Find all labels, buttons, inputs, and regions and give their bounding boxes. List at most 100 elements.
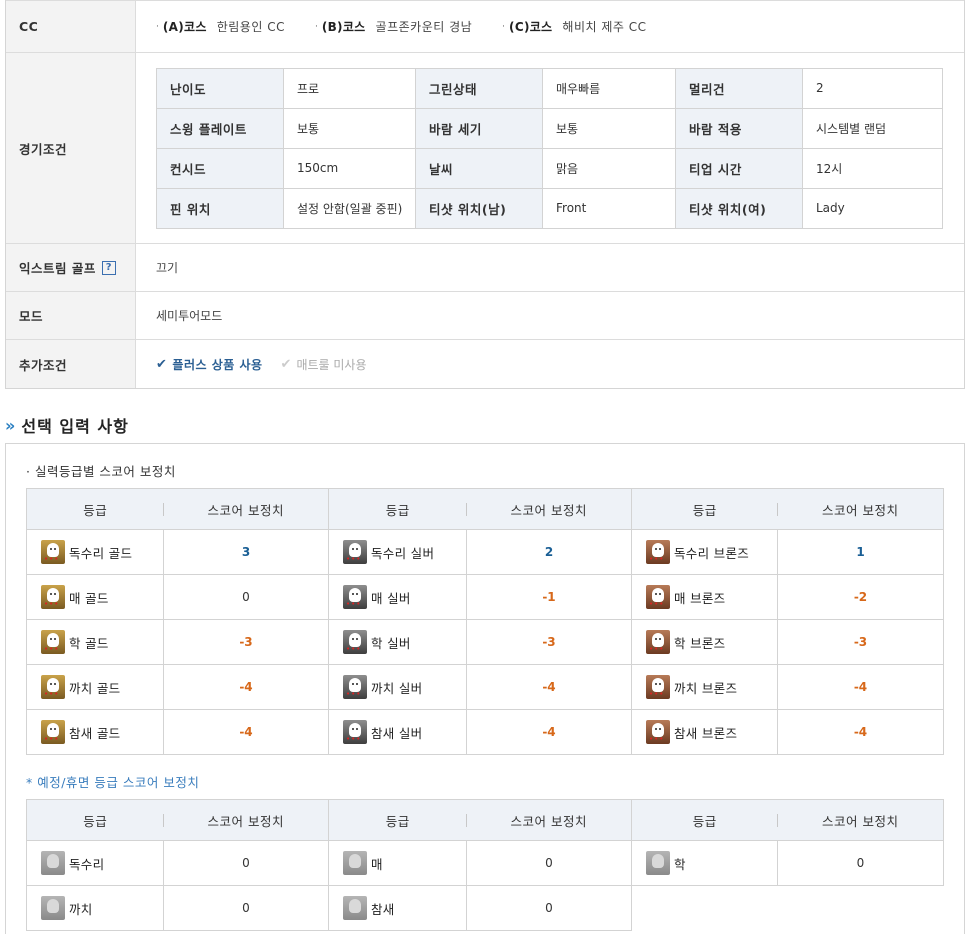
conditions-cell: 난이도 프로 그린상태 매우빠름 멀리건 2 스윙 플레이트 보통 바람 세기 보통 바람 적용 시스… [136, 53, 964, 243]
cc-row: CC · (A)코스 한림용인 CC · (B)코스 골프존카운티 경남 · (… [6, 0, 964, 52]
grade-badge-icon: ••• [646, 720, 670, 744]
grade-name: 매 실버 [371, 590, 411, 606]
grade-cell: ••• 까치 브론즈 [631, 664, 778, 710]
section-header: » 선택 입력 사항 [5, 413, 129, 437]
grade-column-header: 등급 [26, 799, 164, 841]
grade-cell: •••매 [328, 840, 467, 886]
grade-badge-icon: ••• [646, 851, 670, 875]
grade-name: 참새 브론즈 [674, 725, 738, 741]
score-value: 0 [163, 840, 329, 886]
grade-column-header: 등급 [631, 488, 778, 530]
score-value: -4 [466, 709, 632, 755]
course-code: (B)코스 [321, 20, 366, 34]
condition-value: 보통 [283, 107, 416, 149]
help-icon[interactable]: ? [101, 260, 116, 275]
score-value: -1 [466, 574, 632, 620]
condition-value: 12시 [802, 147, 943, 189]
mat-option-label: 매트룰 미사용 [296, 357, 367, 372]
score-value: 1 [777, 529, 944, 575]
course-code: (A)코스 [162, 20, 207, 34]
grade-cell: ••• 학 골드 [26, 619, 164, 665]
grade-cell: ••• 참새 골드 [26, 709, 164, 755]
condition-value: 시스템별 랜덤 [802, 107, 943, 149]
score-column-header: 스코어 보정치 [163, 488, 329, 530]
grade-name: 독수리 골드 [69, 545, 133, 561]
condition-value: Front [542, 187, 676, 229]
grade-badge-icon: ••• [343, 540, 367, 564]
grade-cell: •••참새 [328, 885, 467, 931]
table-row: ••• 독수리 골드 3 ••• 독수리 실버 2 ••• 독수리 브론즈 1 [26, 529, 944, 575]
grade-cell: ••• 독수리 실버 [328, 529, 467, 575]
grade-badge-icon: ••• [343, 720, 367, 744]
mode-label: 모드 [6, 292, 136, 339]
grade-badge-icon: ••• [343, 896, 367, 920]
condition-header: 멀리건 [675, 67, 803, 109]
condition-row: 난이도 프로 그린상태 매우빠름 멀리건 2 [156, 67, 943, 109]
score-column-header: 스코어 보정치 [466, 488, 632, 530]
condition-value: 2 [802, 67, 943, 109]
condition-header: 스윙 플레이트 [156, 107, 284, 149]
score-value: 0 [466, 840, 632, 886]
mode-row: 모드 세미투어모드 [6, 291, 964, 339]
grade-cell: ••• 매 골드 [26, 574, 164, 620]
grade-name: 학 [674, 856, 686, 872]
conditions-row: 경기조건 난이도 프로 그린상태 매우빠름 멀리건 2 스윙 플레이트 보통 바람 세기 보통 바람… [6, 52, 964, 243]
reserve-score-table: 등급스코어 보정치등급스코어 보정치등급스코어 보정치 •••독수리0•••매0… [26, 799, 944, 931]
grade-cell: ••• 참새 실버 [328, 709, 467, 755]
course-name: 한림용인 CC [216, 20, 285, 34]
double-chevron-icon: » [5, 415, 16, 435]
grade-name: 참새 골드 [69, 725, 121, 741]
plus-option: ✔ 플러스 상품 사용 [156, 356, 263, 373]
check-icon: ✔ [156, 356, 168, 372]
grade-name: 독수리 [69, 856, 105, 872]
grade-name: 까치 [69, 901, 93, 917]
mode-value: 세미투어모드 [156, 309, 223, 323]
optional-input-box: · 실력등급별 스코어 보정치 등급 스코어 보정치 등급 스코어 보정치 등급 스코어 … [5, 443, 965, 934]
score-column-header: 스코어 보정치 [777, 488, 944, 530]
grade-badge-icon: ••• [646, 675, 670, 699]
empty-cell [777, 885, 944, 931]
conditions-grid: 난이도 프로 그린상태 매우빠름 멀리건 2 스윙 플레이트 보통 바람 세기 보통 바람 적용 시스… [156, 67, 943, 229]
extreme-label: 익스트림 골프 ? [6, 244, 136, 291]
extra-row: 추가조건 ✔ 플러스 상품 사용 ✔ 매트룰 미사용 [6, 339, 964, 388]
score-value: -3 [163, 619, 329, 665]
grade-badge-icon: ••• [41, 585, 65, 609]
grade-name: 매 골드 [69, 590, 109, 606]
grade-name: 참새 실버 [371, 725, 423, 741]
score-value: 0 [466, 885, 632, 931]
condition-header: 핀 위치 [156, 187, 284, 229]
grade-cell: ••• 매 브론즈 [631, 574, 778, 620]
condition-header: 난이도 [156, 67, 284, 109]
grade-name: 학 골드 [69, 635, 109, 651]
extreme-row: 익스트림 골프 ? 끄기 [6, 243, 964, 291]
score-value: 3 [163, 529, 329, 575]
bullet-icon: · [314, 21, 318, 32]
section-title: 선택 입력 사항 [21, 417, 129, 436]
plus-option-label: 플러스 상품 사용 [172, 357, 263, 372]
course-list: · (A)코스 한림용인 CC · (B)코스 골프존카운티 경남 · (C)코… [136, 1, 964, 52]
mat-option: ✔ 매트룰 미사용 [281, 356, 367, 373]
grade-cell: ••• 학 실버 [328, 619, 467, 665]
course-name: 해비치 제주 CC [562, 20, 647, 34]
condition-row: 컨시드 150cm 날씨 맑음 티업 시간 12시 [156, 147, 943, 189]
grade-badge-icon: ••• [646, 540, 670, 564]
condition-header: 바람 적용 [675, 107, 803, 149]
grade-cell: ••• 독수리 브론즈 [631, 529, 778, 575]
score-column-header: 스코어 보정치 [466, 799, 632, 841]
condition-header: 바람 세기 [415, 107, 543, 149]
cc-label: CC [6, 1, 136, 52]
condition-value: 설정 안함(일괄 중핀) [283, 187, 416, 229]
grade-name: 까치 골드 [69, 680, 121, 696]
condition-row: 스윙 플레이트 보통 바람 세기 보통 바람 적용 시스템별 랜덤 [156, 107, 943, 149]
condition-row: 핀 위치 설정 안함(일괄 중핀) 티샷 위치(남) Front 티샷 위치(여) Lad… [156, 187, 943, 229]
condition-header: 컨시드 [156, 147, 284, 189]
grade-badge-icon: ••• [41, 720, 65, 744]
score-value: 0 [163, 574, 329, 620]
course-code: (C)코스 [509, 20, 553, 34]
grade-name: 매 브론즈 [674, 590, 726, 606]
grade-badge-icon: ••• [41, 630, 65, 654]
grade-cell: ••• 독수리 골드 [26, 529, 164, 575]
condition-header: 날씨 [415, 147, 543, 189]
extra-value: ✔ 플러스 상품 사용 ✔ 매트룰 미사용 [136, 340, 964, 388]
condition-value: 150cm [283, 147, 416, 189]
